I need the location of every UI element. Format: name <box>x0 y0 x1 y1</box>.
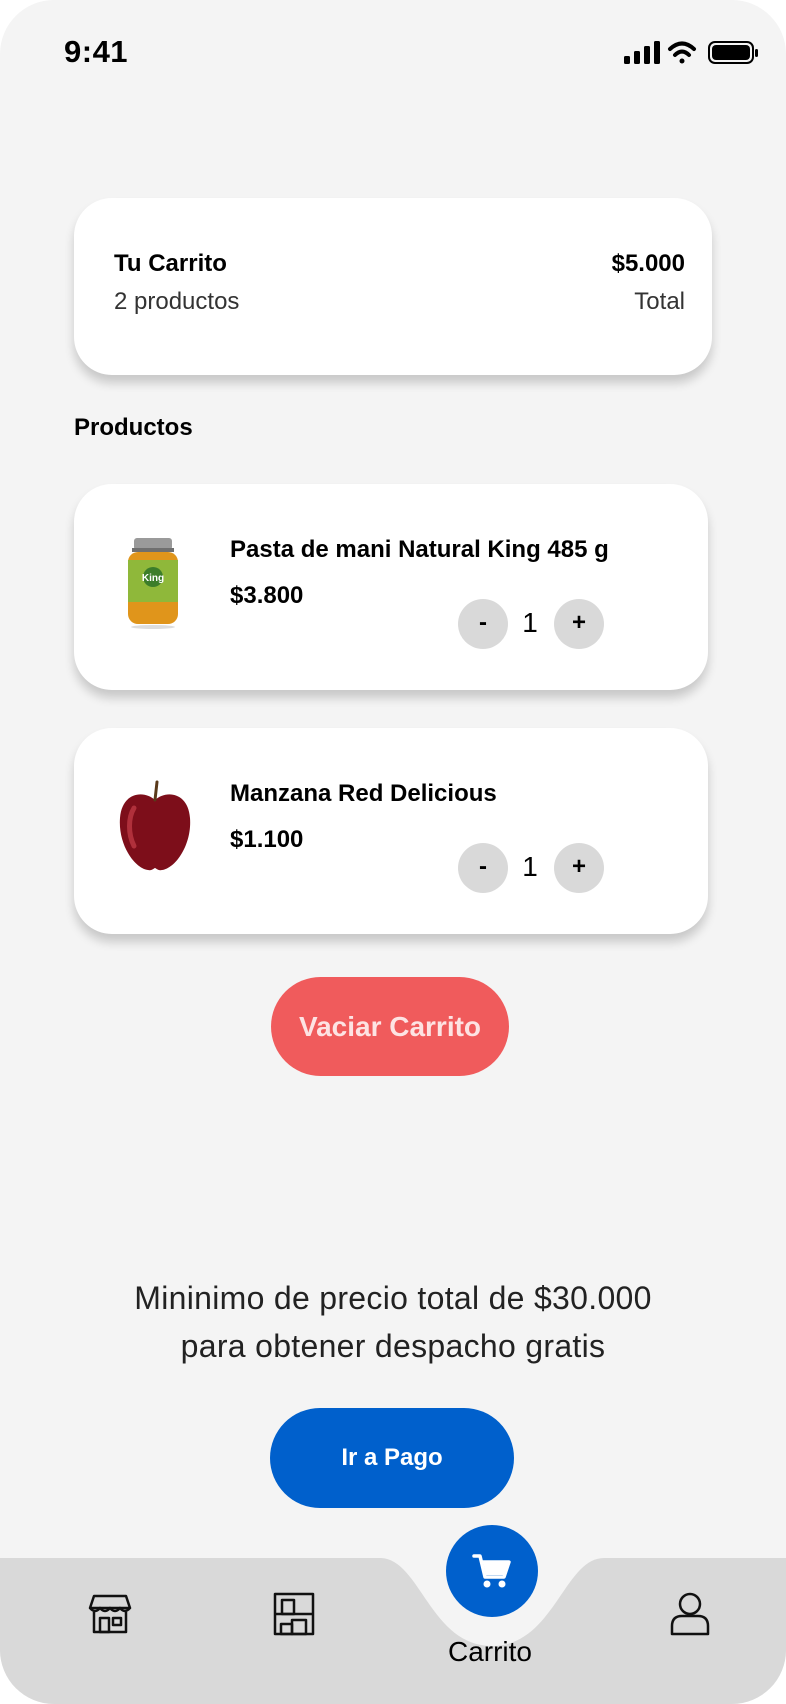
products-section-title: Productos <box>74 414 193 441</box>
phone-screen: 9:41 Tu Carrito 2 productos $5.000 Total… <box>0 0 786 1704</box>
store-icon[interactable] <box>88 1592 132 1636</box>
svg-text:King: King <box>142 573 164 584</box>
shelves-icon[interactable] <box>272 1592 316 1636</box>
cart-total-amount: $5.000 <box>611 250 685 277</box>
cart-nav-button[interactable] <box>446 1525 538 1617</box>
product-name: Manzana Red Delicious <box>230 780 497 807</box>
wifi-icon <box>668 41 696 64</box>
bottom-nav-bar <box>0 1558 786 1704</box>
cart-product-count: 2 productos <box>114 288 240 315</box>
cart-total-label: Total <box>634 288 685 315</box>
free-shipping-note-line2: para obtener despacho gratis <box>180 1328 606 1364</box>
quantity-value: 1 <box>522 607 538 638</box>
status-time: 9:41 <box>64 34 129 69</box>
decrease-quantity-button[interactable]: - <box>458 843 508 893</box>
product-name: Pasta de mani Natural King 485 g <box>230 536 609 563</box>
signal-icon <box>624 41 660 64</box>
status-icons <box>624 41 758 64</box>
battery-icon <box>708 41 758 64</box>
free-shipping-note: Mininimo de precio total de $30.000 para… <box>60 1274 726 1370</box>
product-price: $3.800 <box>230 582 304 609</box>
free-shipping-note-line1: Mininimo de precio total de $30.000 <box>134 1280 652 1316</box>
cart-title: Tu Carrito <box>114 250 227 277</box>
product-price: $1.100 <box>230 826 304 853</box>
peanut-butter-jar-image: King <box>128 538 178 629</box>
increase-quantity-button[interactable]: + <box>554 599 604 649</box>
cart-nav-label: Carrito <box>447 1636 532 1667</box>
quantity-value: 1 <box>522 851 538 882</box>
cart-icon <box>472 1554 511 1588</box>
apple-image <box>119 780 191 871</box>
empty-cart-button[interactable]: Vaciar Carrito <box>271 977 509 1076</box>
user-icon[interactable] <box>668 1592 712 1636</box>
increase-quantity-button[interactable]: + <box>554 843 604 893</box>
cart-summary-card <box>74 198 712 375</box>
decrease-quantity-button[interactable]: - <box>458 599 508 649</box>
